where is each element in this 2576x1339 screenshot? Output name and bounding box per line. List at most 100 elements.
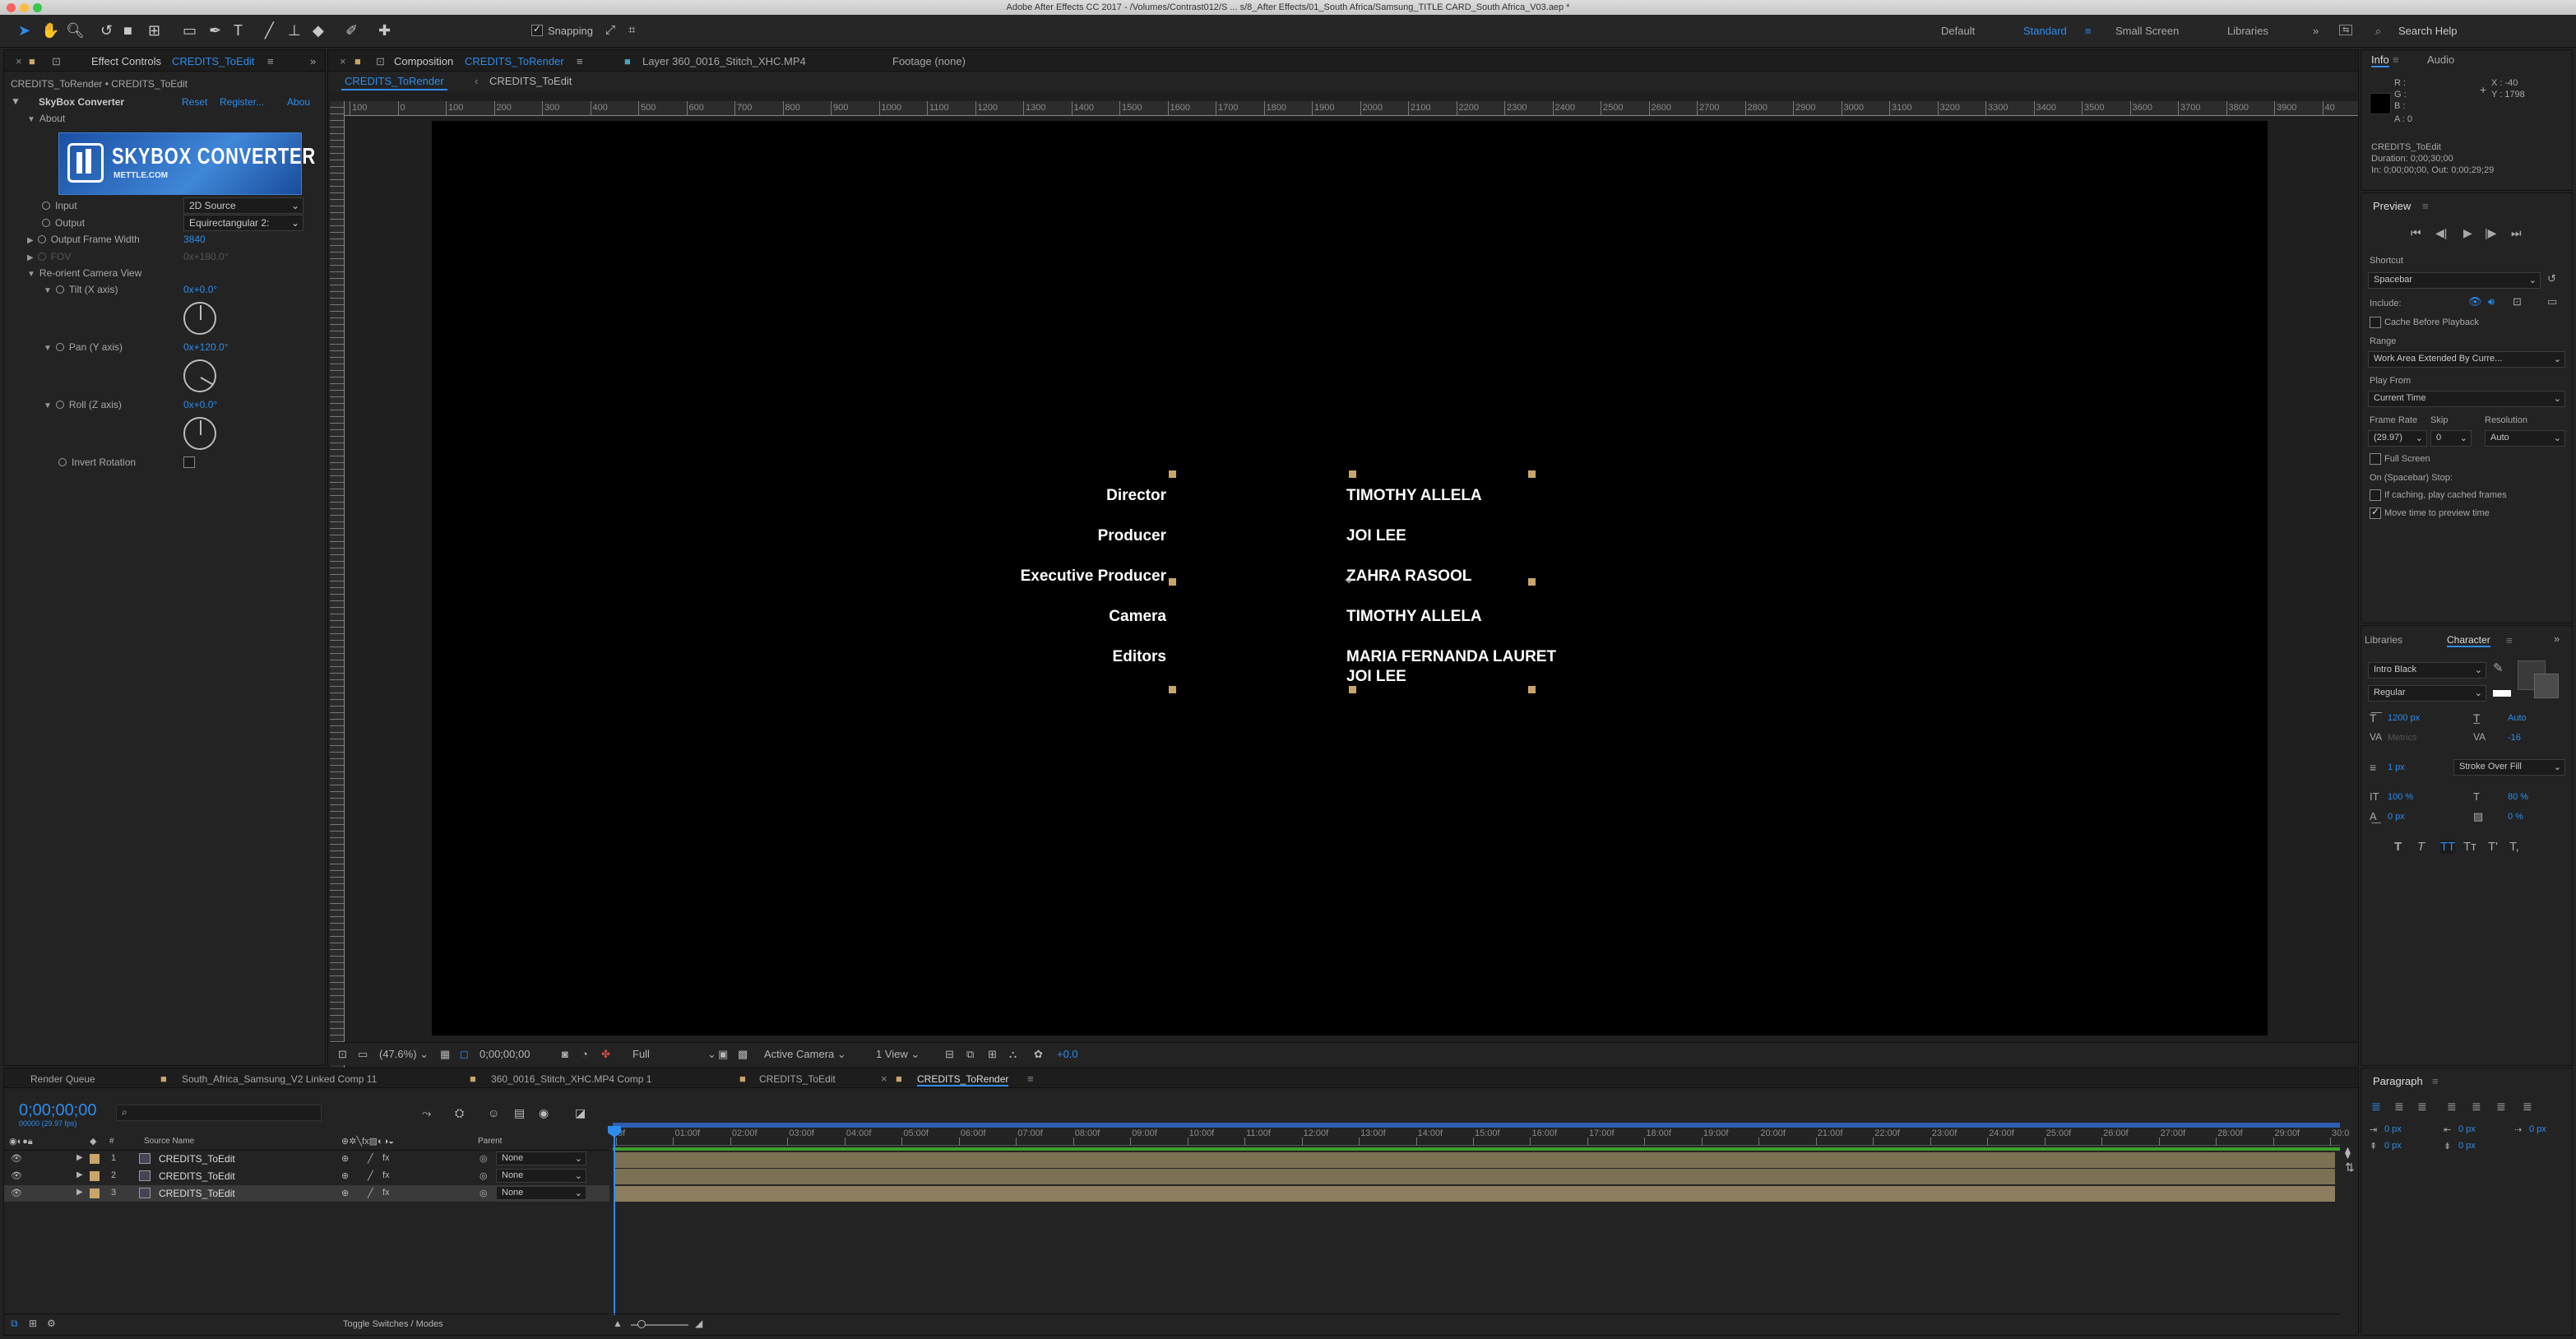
stroke-mode-select[interactable]: Stroke Over Fill ⌄	[2453, 759, 2565, 776]
reorient-group[interactable]: ▼ Re-orient Camera View	[27, 267, 141, 279]
expand-time-controls-icon[interactable]: ⚙	[47, 1318, 56, 1329]
vertical-ruler[interactable]	[330, 101, 345, 1078]
if-caching-checkbox[interactable]	[2370, 489, 2381, 501]
composition-viewer[interactable]: Director TIMOTHY ALLELA Producer JOI LEE Exe…	[345, 116, 2358, 1078]
full-screen-checkbox[interactable]	[2370, 453, 2381, 465]
indent-left-value[interactable]: 0 px	[2384, 1124, 2402, 1134]
camera-select[interactable]: Active Camera ⌄	[764, 1048, 846, 1061]
kerning-value[interactable]: Metrics	[2388, 733, 2416, 743]
exposure-value[interactable]: +0.0	[1057, 1048, 1078, 1060]
eyedropper-icon[interactable]: ✎	[2493, 660, 2504, 675]
align-center-icon[interactable]: ≣	[2394, 1100, 2404, 1114]
workspace-menu-icon[interactable]: ≡	[2085, 25, 2092, 37]
tilt-dial[interactable]	[183, 302, 216, 335]
current-time-display[interactable]: 0;00;00;00	[480, 1048, 530, 1060]
transform-handle[interactable]	[1528, 686, 1536, 693]
stopwatch-icon[interactable]	[37, 235, 46, 243]
external-video-icon[interactable]: ▭	[2547, 295, 2557, 308]
justify-right-icon[interactable]: ≣	[2496, 1100, 2506, 1114]
character-tab[interactable]: Character	[2447, 634, 2490, 647]
play-from-select[interactable]: Current Time ⌄	[2368, 391, 2565, 407]
stopwatch-icon[interactable]	[42, 202, 50, 210]
font-size-value[interactable]: 1200 px	[2388, 713, 2420, 723]
expand-panels-icon[interactable]: »	[310, 55, 316, 67]
expand-layer-switches-icon[interactable]: ⧉	[11, 1318, 18, 1330]
previous-frame-icon[interactable]: ◀|	[2435, 226, 2447, 240]
roll-value[interactable]: 0x+0.0°	[183, 399, 217, 410]
workspace-libraries[interactable]: Libraries	[2227, 25, 2268, 37]
timeline-tab-stitch-comp[interactable]: 360_0016_Stitch_XHC.MP4 Comp 1	[491, 1073, 651, 1085]
layer-bar[interactable]	[614, 1152, 2335, 1168]
tilt-value[interactable]: 0x+0.0°	[183, 284, 217, 295]
snapping-options-icon[interactable]: ⤢	[605, 21, 615, 39]
layer-name[interactable]: CREDITS_ToEdit	[159, 1153, 235, 1165]
search-help-field[interactable]: Search Help	[2398, 25, 2458, 37]
twirl-icon[interactable]: ▶	[76, 1188, 83, 1197]
eye-icon[interactable]: 👁︎	[11, 1153, 22, 1164]
quality-switch-icon[interactable]: ╱	[368, 1188, 373, 1198]
invert-rotation-checkbox[interactable]	[183, 456, 195, 468]
horizontal-ruler[interactable]: 100 0 100 200 300 400 500 600 700 800 900 1000 1100 1…	[345, 101, 2358, 116]
minimize-window-button[interactable]	[20, 3, 29, 12]
comp-navigator-icon[interactable]: ⇅	[2345, 1161, 2355, 1175]
workspace-small-screen[interactable]: Small Screen	[2115, 25, 2179, 37]
libraries-tab[interactable]: Libraries	[2365, 634, 2402, 646]
range-select[interactable]: Work Area Extended By Curre... ⌄	[2368, 351, 2565, 368]
expand-transfer-controls-icon[interactable]: ⊞	[29, 1318, 37, 1329]
stopwatch-icon[interactable]	[42, 219, 50, 227]
type-tool-icon[interactable]: T	[234, 21, 243, 39]
subscript-button[interactable]: T,	[2509, 840, 2519, 854]
time-ruler[interactable]: 0f 01:00f 02:00f 03:00f 04:00f 05:00f 06:00f 07…	[613, 1128, 2349, 1146]
clone-stamp-tool-icon[interactable]: ⊥	[288, 21, 301, 39]
transform-handle[interactable]	[1169, 686, 1176, 693]
mask-visibility-icon[interactable]: ◻	[460, 1048, 469, 1061]
parent-pickwhip-icon[interactable]: ◎	[480, 1188, 488, 1198]
parent-header[interactable]: Parent	[478, 1137, 502, 1146]
all-caps-button[interactable]: TT	[2440, 840, 2456, 854]
timeline-icon[interactable]: ⊞	[988, 1048, 997, 1061]
font-style-select[interactable]: Regular ⌄	[2368, 685, 2486, 702]
space-before-value[interactable]: 0 px	[2384, 1141, 2402, 1151]
parent-select[interactable]: None ⌄	[496, 1151, 586, 1165]
effect-about-link[interactable]: Abou	[287, 96, 310, 108]
stroke-width-value[interactable]: 1 px	[2388, 762, 2405, 772]
include-audio-icon[interactable]: 🔊︎	[2488, 295, 2495, 308]
shy-switch-icon[interactable]: ⊕	[341, 1188, 349, 1198]
include-overlays-icon[interactable]: ⊡	[2513, 295, 2522, 308]
justify-center-icon[interactable]: ≣	[2472, 1100, 2481, 1114]
shortcut-select[interactable]: Spacebar ⌄	[2368, 272, 2541, 289]
faux-bold-button[interactable]: T	[2394, 840, 2402, 854]
show-snapshot-icon[interactable]: ◔	[581, 1048, 588, 1060]
superscript-button[interactable]: T'	[2488, 840, 2498, 854]
transparency-grid-icon[interactable]: ▩	[738, 1048, 748, 1061]
justify-left-icon[interactable]: ≣	[2447, 1100, 2457, 1114]
zoom-in-icon[interactable]: ◢	[695, 1318, 702, 1329]
footage-tab[interactable]: Footage (none)	[892, 55, 966, 67]
panel-close-icon[interactable]: ×	[16, 55, 22, 67]
indent-right-value[interactable]: 0 px	[2458, 1124, 2476, 1134]
label-color[interactable]	[90, 1154, 100, 1164]
cache-before-playback-checkbox[interactable]	[2370, 317, 2381, 328]
effect-collapse-icon[interactable]: ▼	[11, 95, 21, 107]
effect-register-link[interactable]: Register...	[220, 96, 264, 108]
effect-controls-target[interactable]: CREDITS_ToEdit	[172, 55, 254, 67]
tracking-value[interactable]: -16	[2508, 733, 2521, 743]
pen-tool-icon[interactable]: ✒	[209, 21, 221, 39]
justify-all-icon[interactable]: ≣	[2523, 1100, 2532, 1114]
transform-handle[interactable]	[1528, 470, 1536, 478]
eye-icon[interactable]: 👁︎	[11, 1188, 22, 1198]
source-name-header[interactable]: Source Name	[144, 1137, 194, 1146]
region-of-interest-icon[interactable]: ▣	[718, 1048, 728, 1061]
hand-tool-icon[interactable]: ✋	[41, 21, 59, 39]
composition-tab-prefix[interactable]: Composition	[394, 55, 453, 67]
pan-value[interactable]: 0x+120.0°	[183, 341, 229, 353]
parent-select[interactable]: None ⌄	[496, 1186, 586, 1200]
transform-handle[interactable]	[1349, 686, 1356, 693]
eye-icon[interactable]: 👁︎	[11, 1170, 22, 1181]
frame-blending-icon[interactable]: ▤	[514, 1106, 525, 1120]
flowchart-icon[interactable]: ⛬	[1009, 1048, 1017, 1061]
camera-tool-icon[interactable]: ■	[123, 21, 132, 39]
paragraph-tab[interactable]: Paragraph	[2373, 1075, 2423, 1087]
layer-name[interactable]: CREDITS_ToEdit	[159, 1188, 235, 1199]
label-color[interactable]	[90, 1171, 100, 1181]
